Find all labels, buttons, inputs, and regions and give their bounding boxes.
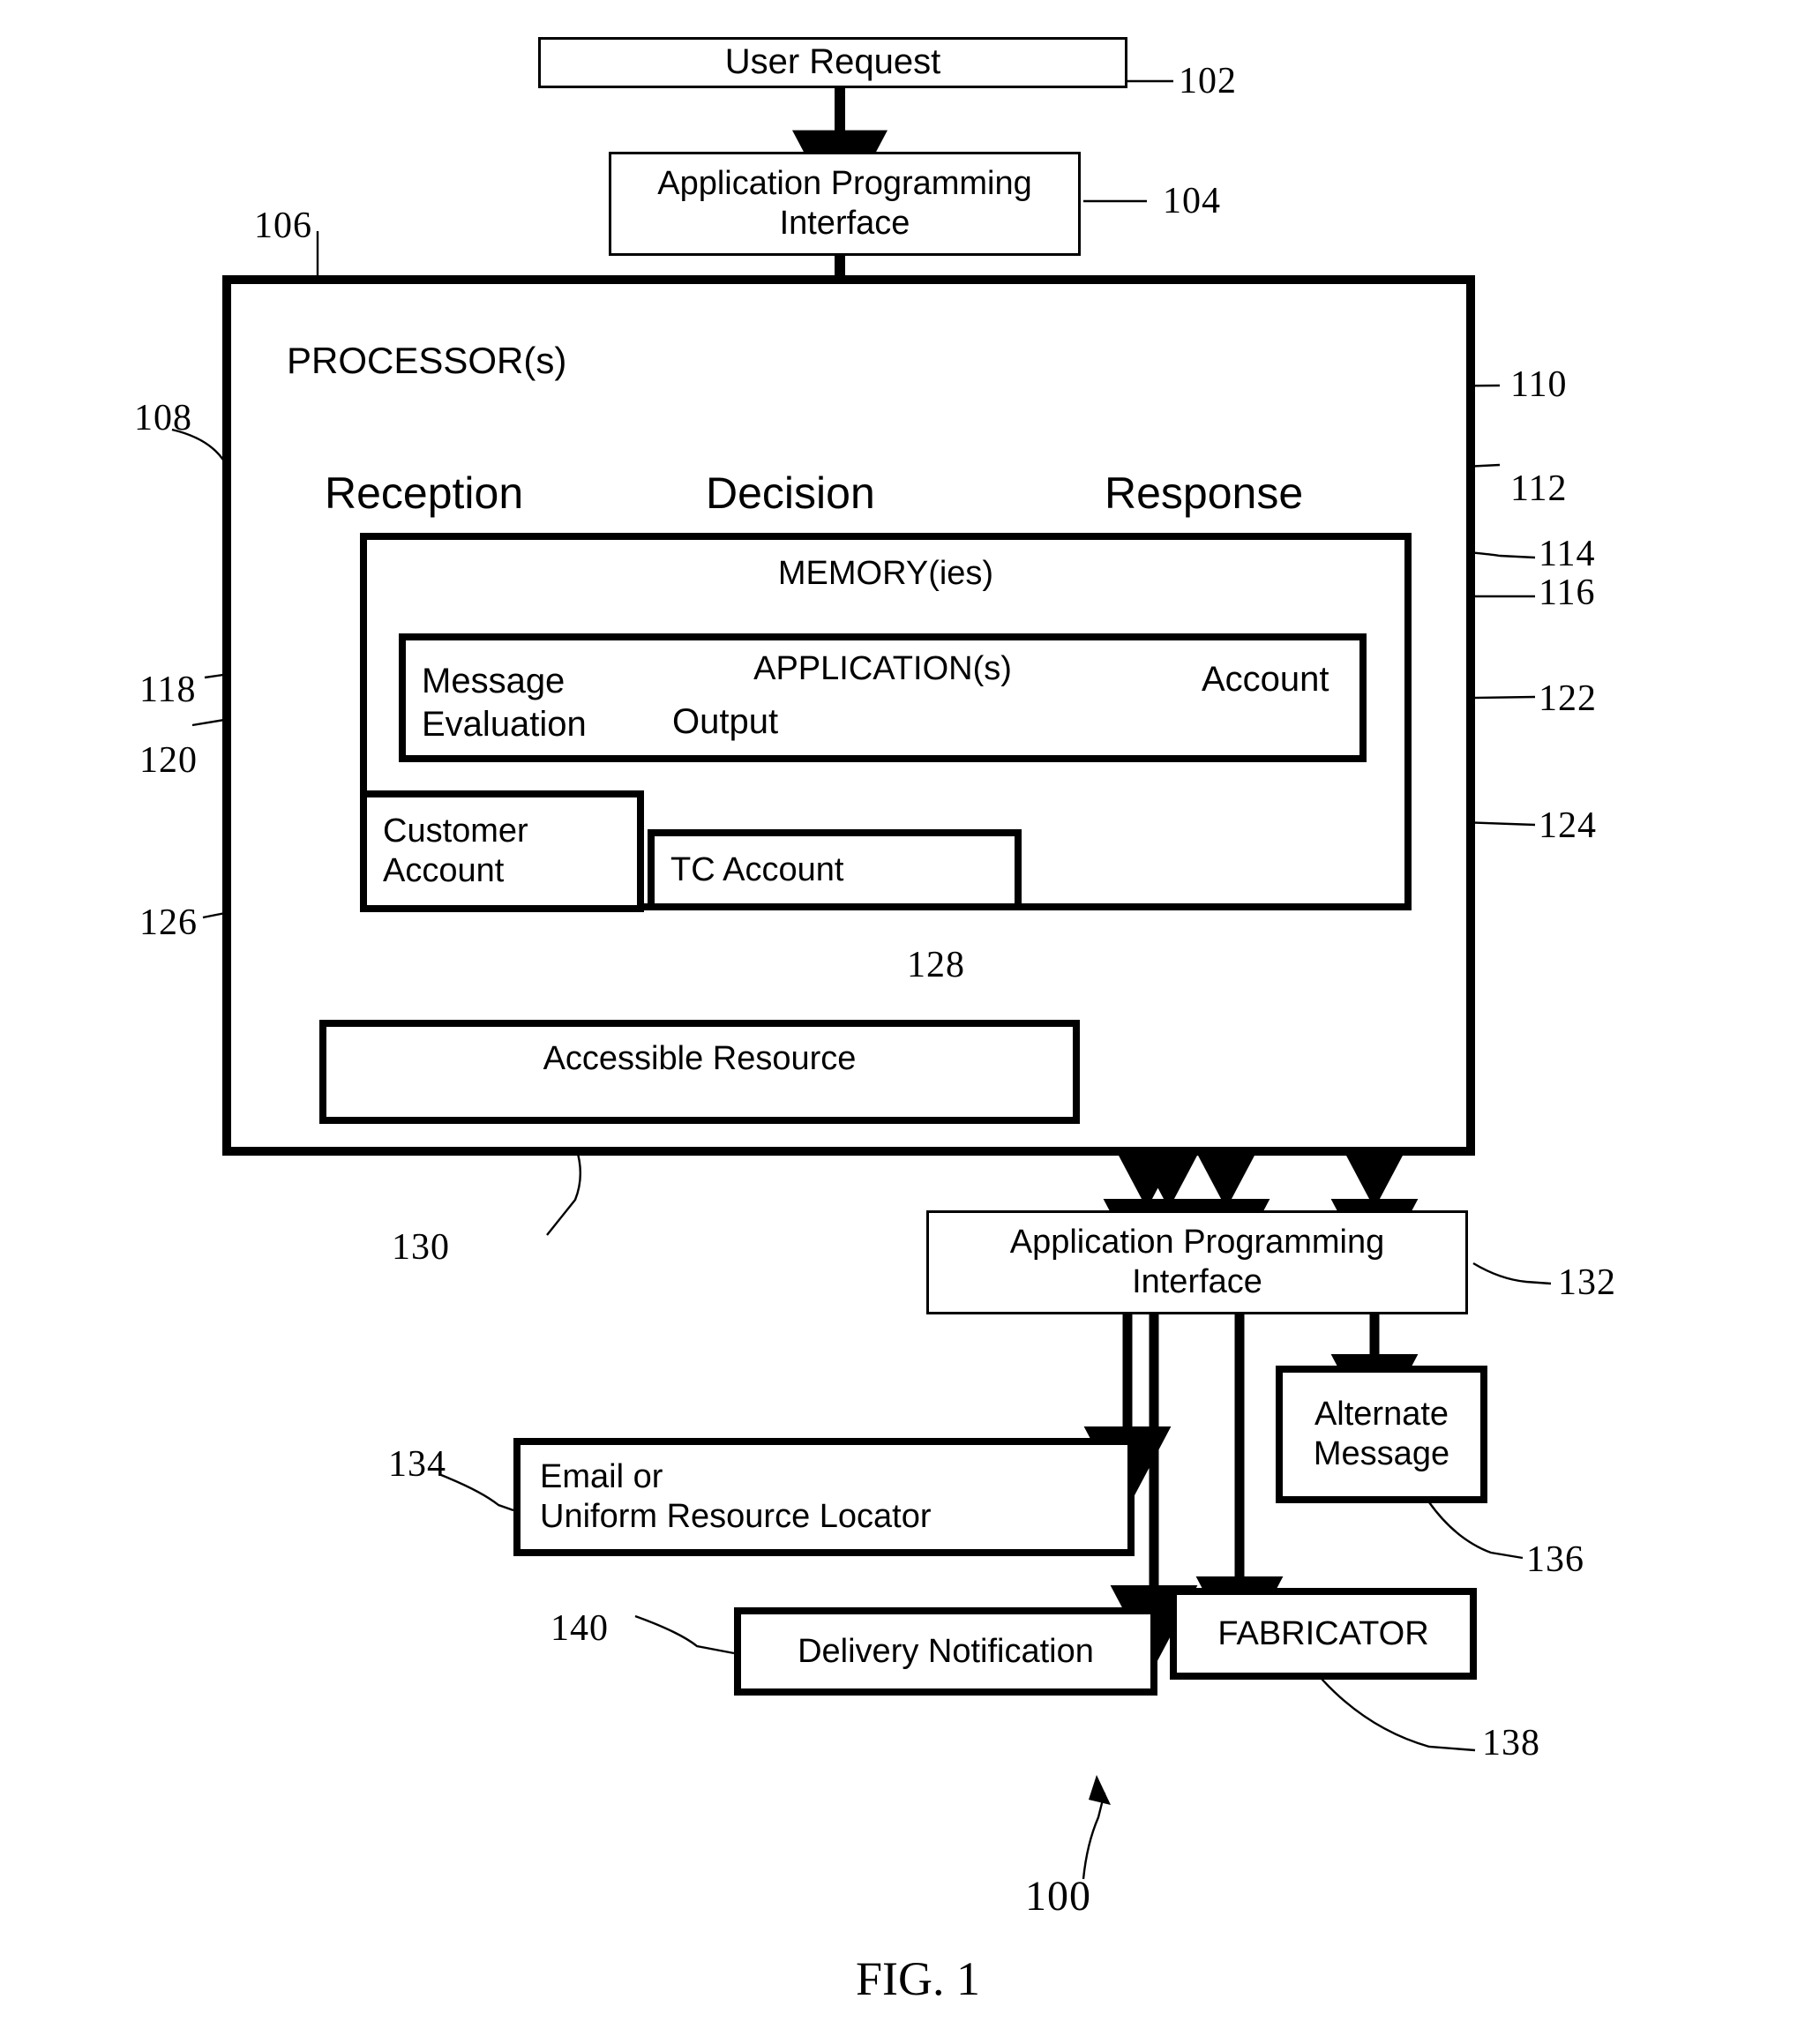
ref-134: 134 <box>388 1444 446 1485</box>
node-api-top: Application Programming Interface <box>609 152 1081 256</box>
ref-124: 124 <box>1539 805 1597 846</box>
ref-136: 136 <box>1526 1539 1584 1580</box>
ref-110: 110 <box>1510 364 1568 405</box>
email-or-url-label-line2: Uniform Resource Locator <box>540 1498 932 1535</box>
node-output: Output <box>672 702 779 741</box>
memory-label: MEMORY(ies) <box>777 555 994 592</box>
alternate-message-label-line2: Message <box>1313 1435 1450 1472</box>
ref-138: 138 <box>1482 1723 1540 1763</box>
ref-104: 104 <box>1163 181 1221 221</box>
node-customer-account: Customer Account <box>360 790 644 912</box>
figure-caption: FIG. 1 <box>856 1952 981 2005</box>
node-tc-account: TC Account <box>648 829 1022 910</box>
ref-140: 140 <box>550 1608 609 1649</box>
api-bottom-label-line2: Interface <box>1132 1263 1262 1300</box>
section-label-decision: Decision <box>706 468 875 518</box>
accessible-resource-label: Accessible Resource <box>543 1040 857 1077</box>
api-top-label-line2: Interface <box>779 205 910 242</box>
api-bottom-label-line1: Application Programming <box>1009 1224 1385 1262</box>
api-top-label-line1: Application Programming <box>657 165 1032 203</box>
ref-128: 128 <box>907 945 965 985</box>
ref-108: 108 <box>134 398 192 438</box>
ref-130: 130 <box>392 1227 450 1268</box>
ref-132: 132 <box>1558 1262 1616 1303</box>
ref-112: 112 <box>1510 468 1568 509</box>
system-pointer-arrowhead <box>1089 1775 1111 1805</box>
message-evaluation-label-line1: Message <box>422 662 565 700</box>
customer-account-label-line1: Customer <box>383 812 528 850</box>
applications-label: APPLICATION(s) <box>753 650 1012 687</box>
ref-118: 118 <box>139 670 197 710</box>
tc-account-label: TC Account <box>670 850 844 888</box>
ref-120: 120 <box>139 740 198 781</box>
message-evaluation-label-line2: Evaluation <box>422 704 587 744</box>
node-user-request: User Request <box>538 37 1127 88</box>
delivery-notification-label: Delivery Notification <box>798 1632 1094 1670</box>
section-label-response: Response <box>1105 468 1304 518</box>
ref-102: 102 <box>1179 61 1237 101</box>
ref-126: 126 <box>139 902 198 943</box>
node-delivery-notification: Delivery Notification <box>734 1607 1157 1696</box>
node-alternate-message: Alternate Message <box>1276 1366 1487 1503</box>
node-email-or-url: Email or Uniform Resource Locator <box>513 1438 1135 1556</box>
ref-122: 122 <box>1539 678 1597 719</box>
section-label-reception: Reception <box>325 468 524 518</box>
alternate-message-label-line1: Alternate <box>1314 1396 1449 1434</box>
ref-114: 114 <box>1539 534 1596 574</box>
patent-figure-1: User Request 102 Application Programming… <box>0 0 1805 2044</box>
customer-account-label-line2: Account <box>383 852 505 889</box>
ref-100-system: 100 <box>1025 1873 1091 1920</box>
node-account: Account <box>1202 660 1329 699</box>
node-fabricator: FABRICATOR <box>1170 1588 1477 1680</box>
email-or-url-label-line1: Email or <box>540 1458 663 1496</box>
node-api-bottom: Application Programming Interface <box>926 1210 1468 1314</box>
node-accessible-resource: Accessible Resource <box>319 1020 1080 1124</box>
ref-106: 106 <box>254 206 312 246</box>
fabricator-label: FABRICATOR <box>1217 1614 1429 1652</box>
ref-116: 116 <box>1539 573 1596 613</box>
node-message-evaluation: Message Evaluation <box>422 660 587 746</box>
processor-label: PROCESSOR(s) <box>287 340 567 381</box>
user-request-label: User Request <box>724 42 941 82</box>
